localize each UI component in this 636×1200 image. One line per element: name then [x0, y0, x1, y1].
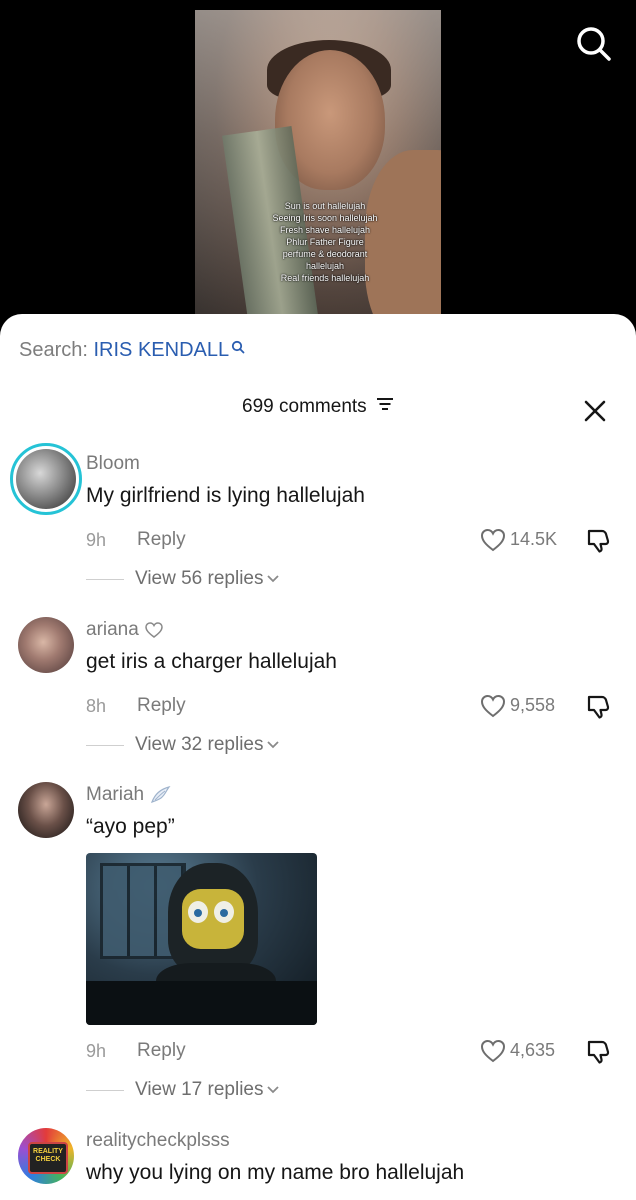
comment-time: 9h	[86, 530, 107, 550]
comment-time: 9h	[86, 1041, 107, 1061]
comment-username-text: Mariah	[86, 784, 145, 805]
close-icon	[584, 400, 606, 422]
avatar[interactable]	[10, 443, 82, 515]
chevron-down-icon	[266, 1086, 279, 1094]
video-player[interactable]: Sun is out hallelujah Seeing Iris soon h…	[0, 0, 636, 340]
gif-eye	[188, 901, 208, 923]
like-button[interactable]: 14.5K	[480, 528, 557, 552]
caption-line: Fresh shave hallelujah	[279, 225, 371, 235]
search-suggestion[interactable]: Search: IRIS KENDALL	[19, 339, 245, 362]
video-caption-overlay: Sun is out hallelujah Seeing Iris soon h…	[250, 200, 400, 284]
heart-outline-icon	[145, 622, 163, 638]
caption-line: hallelujah	[305, 261, 345, 271]
search-small-icon	[231, 337, 245, 360]
like-count: 14.5K	[510, 528, 558, 549]
dislike-icon	[587, 529, 610, 553]
comment-username[interactable]: realitycheckplsss	[86, 1130, 230, 1152]
caption-line: Real friends hallelujah	[280, 273, 370, 283]
search-term[interactable]: IRIS KENDALL	[94, 339, 230, 361]
caption-line: perfume & deodorant	[282, 249, 368, 259]
heart-icon	[480, 528, 506, 552]
avatar-image	[16, 449, 76, 509]
dislike-icon	[587, 695, 610, 719]
caption-line: Sun is out hallelujah	[284, 201, 366, 211]
view-replies-button[interactable]: View 32 replies	[135, 734, 280, 756]
view-replies-button[interactable]: View 56 replies	[135, 568, 280, 590]
view-replies-label: View 32 replies	[135, 734, 264, 755]
chevron-down-icon	[266, 575, 279, 583]
comment-text: “ayo pep”	[86, 815, 175, 838]
search-prefix: Search:	[19, 339, 88, 361]
heart-icon	[480, 694, 506, 718]
comments-header: 699 comments	[0, 396, 636, 418]
dislike-button[interactable]	[585, 1039, 613, 1070]
gif-ledge	[86, 981, 317, 1025]
comment-username[interactable]: Bloom	[86, 453, 140, 475]
chevron-down-icon	[266, 741, 279, 749]
comment-count: 699 comments	[242, 396, 367, 418]
divider	[86, 1090, 124, 1091]
search-button[interactable]	[574, 24, 614, 64]
search-icon	[577, 27, 611, 61]
avatar[interactable]: REALITY CHECK	[18, 1128, 74, 1184]
filter-icon[interactable]	[376, 396, 394, 418]
dislike-button[interactable]	[585, 694, 613, 725]
heart-icon	[480, 1039, 506, 1063]
avatar[interactable]	[18, 782, 74, 838]
like-button[interactable]: 9,558	[480, 694, 555, 718]
comment-text: My girlfriend is lying hallelujah	[86, 484, 365, 507]
caption-line: Seeing Iris soon hallelujah	[272, 213, 378, 223]
tv-logo: REALITY CHECK	[28, 1142, 68, 1174]
reply-button[interactable]: Reply	[137, 529, 186, 551]
avatar[interactable]	[18, 617, 74, 673]
comment-username-text: ariana	[86, 619, 139, 640]
avatar-logo-text: REALITY CHECK	[33, 1148, 63, 1163]
view-replies-label: View 56 replies	[135, 568, 264, 589]
comment-text: why you lying on my name bro hallelujah	[86, 1161, 465, 1184]
dislike-icon	[587, 1040, 610, 1064]
video-frame[interactable]: Sun is out hallelujah Seeing Iris soon h…	[195, 10, 441, 322]
like-button[interactable]: 4,635	[480, 1039, 555, 1063]
dislike-button[interactable]	[585, 528, 613, 559]
caption-line: Phlur Father Figure	[286, 237, 364, 247]
like-count: 4,635	[510, 1039, 556, 1060]
close-button[interactable]	[582, 398, 608, 424]
angel-wing-icon	[151, 785, 171, 803]
comment-username[interactable]: ariana	[86, 619, 164, 641]
like-count: 9,558	[510, 694, 556, 715]
comment-text: get iris a charger hallelujah	[86, 650, 337, 673]
reply-button[interactable]: Reply	[137, 695, 186, 717]
comment-username[interactable]: Mariah	[86, 784, 171, 806]
comment-time: 8h	[86, 696, 107, 716]
gif-eye	[214, 901, 234, 923]
comment-gif-image[interactable]	[86, 853, 317, 1025]
view-replies-label: View 17 replies	[135, 1079, 264, 1100]
comments-sheet	[0, 314, 636, 1200]
view-replies-button[interactable]: View 17 replies	[135, 1079, 280, 1101]
divider	[86, 579, 124, 580]
divider	[86, 745, 124, 746]
reply-button[interactable]: Reply	[137, 1040, 186, 1062]
